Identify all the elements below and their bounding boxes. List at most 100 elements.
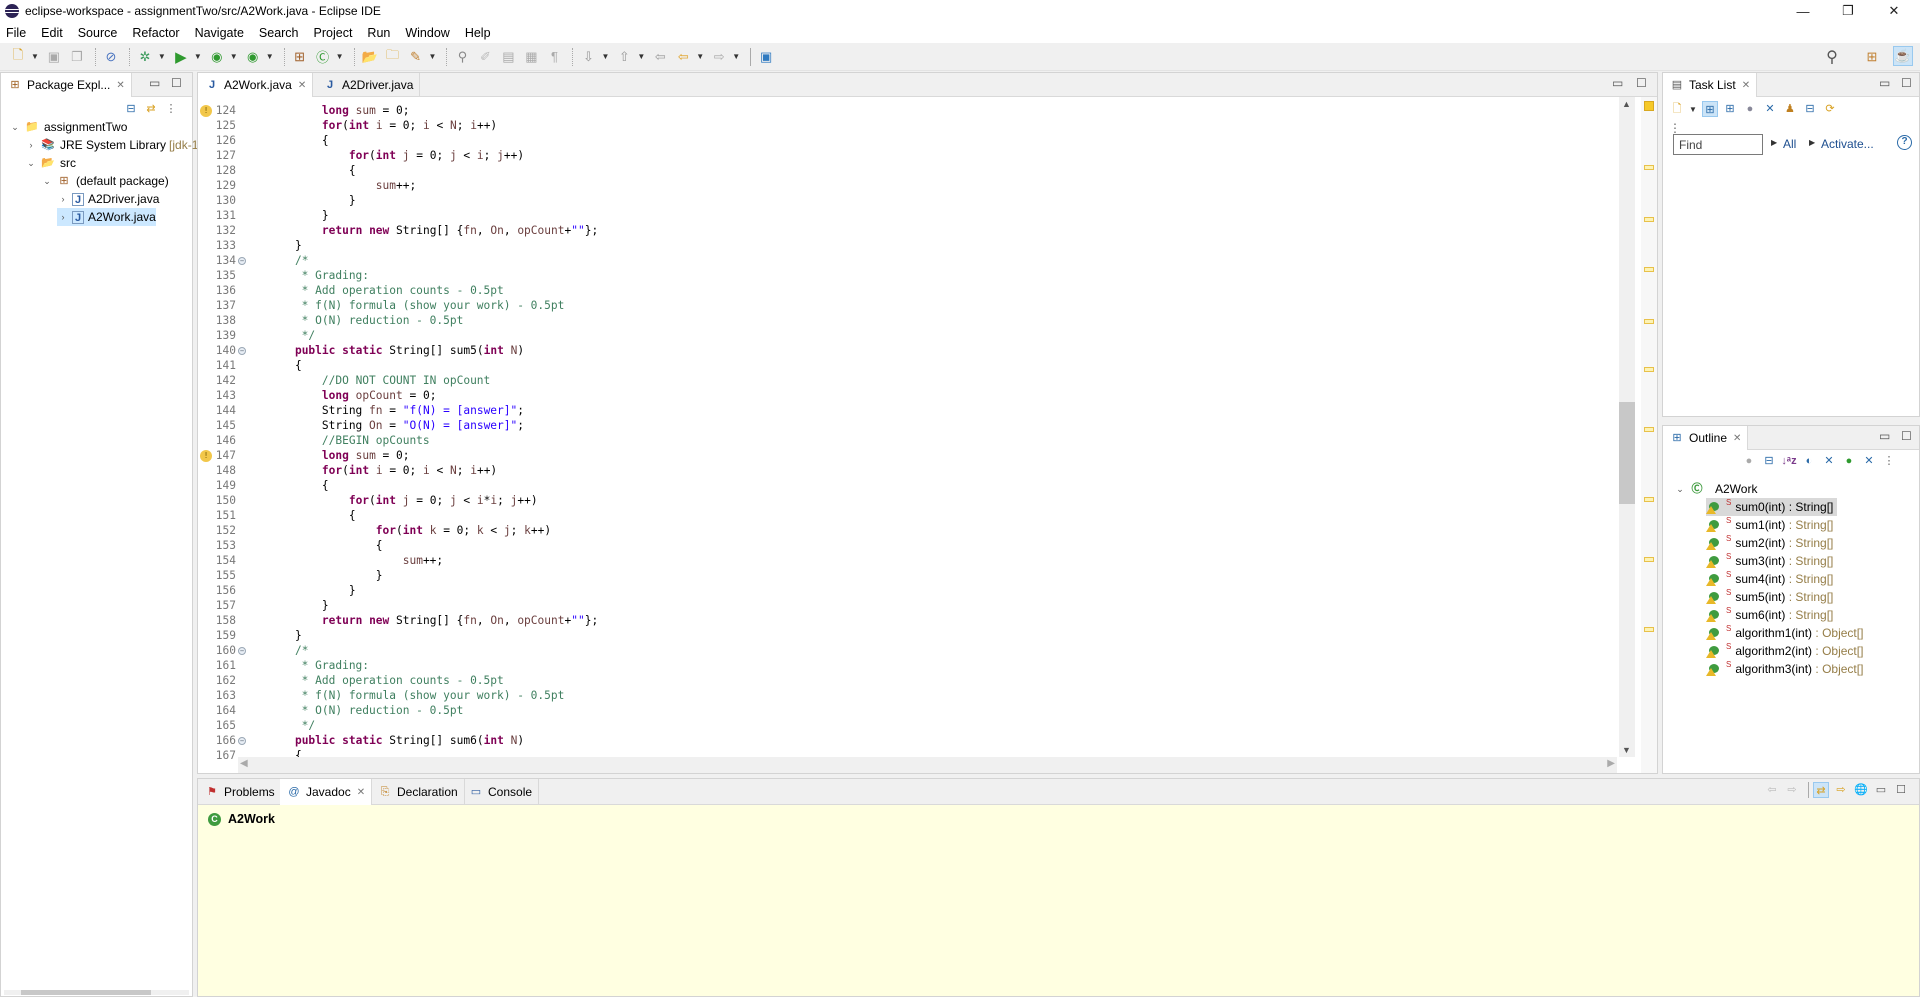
debug-icon[interactable]: ✲ <box>135 47 155 67</box>
chevron-down-icon[interactable]: ⌄ <box>1674 484 1686 495</box>
hide-completed-icon[interactable]: ✕ <box>1762 101 1778 117</box>
code-line[interactable]: 161 * Grading: <box>198 658 369 673</box>
menu-navigate[interactable]: Navigate <box>195 26 244 40</box>
code-editor[interactable]: 124! long sum = 0; 125 for(int i = 0; i <… <box>198 97 1657 773</box>
code-line[interactable]: 130 } <box>198 193 356 208</box>
code-line[interactable]: 124! long sum = 0; <box>198 103 410 118</box>
vertical-scrollbar[interactable]: ▲ ▼ <box>1619 97 1635 757</box>
code-line[interactable]: 138 * O(N) reduction - 0.5pt <box>198 313 464 328</box>
code-line[interactable]: 143 long opCount = 0; <box>198 388 437 403</box>
minimize-icon[interactable]: ▭ <box>1612 76 1623 90</box>
outline-item[interactable]: Salgorithm1(int) : Object[] <box>1706 624 1863 642</box>
menu-project[interactable]: Project <box>314 26 353 40</box>
run-icon[interactable]: ▶ <box>171 47 191 67</box>
scrollbar-thumb[interactable] <box>21 990 151 995</box>
minimize-icon[interactable]: ▭ <box>1879 429 1890 443</box>
coverage-dropdown[interactable]: ▼ <box>230 52 238 61</box>
maximize-icon[interactable]: ☐ <box>1636 76 1647 90</box>
tab-task-list[interactable]: ▤ Task List ✕ <box>1663 73 1758 97</box>
collapse-all-icon[interactable]: ⊟ <box>1802 101 1818 117</box>
outline-item[interactable]: Ssum4(int) : String[] <box>1706 570 1833 588</box>
maximize-icon[interactable]: ☐ <box>1901 429 1912 443</box>
open-perspective-icon[interactable]: ⊞ <box>1862 47 1882 67</box>
new-task-icon[interactable]: 🗋 <box>1669 101 1685 117</box>
code-line[interactable]: 156 } <box>198 583 356 598</box>
tab-problems[interactable]: ⚑ Problems <box>198 779 282 805</box>
run-dropdown[interactable]: ▼ <box>194 52 202 61</box>
outline-item[interactable]: Ssum3(int) : String[] <box>1706 552 1833 570</box>
chevron-right-icon[interactable]: › <box>25 140 37 150</box>
tree-item[interactable]: › 📚 JRE System Library [jdk-1 <box>25 136 199 154</box>
menu-source[interactable]: Source <box>78 26 118 40</box>
code-line[interactable]: 144 String fn = "f(N) = [answer]"; <box>198 403 524 418</box>
new-dropdown[interactable]: ▼ <box>31 52 39 61</box>
outline-item[interactable]: Salgorithm3(int) : Object[] <box>1706 660 1863 678</box>
overview-ruler[interactable] <box>1641 97 1657 773</box>
view-menu-icon[interactable]: ⋮ <box>1669 121 1681 135</box>
overview-warning-marker[interactable] <box>1644 427 1654 432</box>
code-line[interactable]: 131 } <box>198 208 329 223</box>
save-icon[interactable]: ▣ <box>44 47 64 67</box>
open-declaration-icon[interactable]: ⇨ <box>1833 782 1849 798</box>
tab-console[interactable]: ▭ Console <box>462 779 540 805</box>
outline-item[interactable]: Ssum5(int) : String[] <box>1706 588 1833 606</box>
tab-outline[interactable]: ⊞ Outline ✕ <box>1663 426 1749 450</box>
tab-package-explorer[interactable]: ⊞ Package Expl... ✕ <box>1 73 132 97</box>
hide-local-types-icon[interactable]: ✕ <box>1861 453 1877 469</box>
close-icon[interactable]: ✕ <box>1733 433 1741 444</box>
sort-icon[interactable]: ↓ᵃz <box>1781 453 1797 469</box>
code-line[interactable]: 126 { <box>198 133 329 148</box>
outline-item[interactable]: Ssum6(int) : String[] <box>1706 606 1833 624</box>
code-line[interactable]: 153 { <box>198 538 383 553</box>
open-perspective-editor-icon[interactable]: ▣ <box>756 47 776 67</box>
close-icon[interactable]: ✕ <box>298 80 306 91</box>
toggle-mark-occurrences-icon[interactable]: ⚲ <box>452 47 472 67</box>
code-line[interactable]: 128 { <box>198 163 356 178</box>
all-link[interactable]: All <box>1783 137 1796 151</box>
new-task-dropdown[interactable]: ▼ <box>1689 105 1697 114</box>
tree-item[interactable]: ⌄ 📂 src <box>25 154 76 172</box>
code-line[interactable]: 129 sum++; <box>198 178 416 193</box>
overview-warning-marker[interactable] <box>1644 319 1654 324</box>
view-menu-icon[interactable]: ⋮ <box>1881 453 1897 469</box>
menu-search[interactable]: Search <box>259 26 299 40</box>
code-line[interactable]: 146 //BEGIN opCounts <box>198 433 430 448</box>
open-in-browser-icon[interactable]: 🌐 <box>1853 782 1869 798</box>
new-class-icon[interactable]: Ⓒ <box>313 47 333 67</box>
previous-annotation-icon[interactable]: ⇧ <box>614 47 634 67</box>
find-input[interactable]: Find <box>1673 134 1763 155</box>
chevron-down-icon[interactable]: ⌄ <box>25 158 37 169</box>
close-icon[interactable]: ✕ <box>1742 80 1750 91</box>
scroll-down-icon[interactable]: ▼ <box>1622 745 1631 755</box>
code-line[interactable]: 148 for(int i = 0; i < N; i++) <box>198 463 497 478</box>
code-line[interactable]: 162 * Add operation counts - 0.5pt <box>198 673 504 688</box>
tree-item[interactable]: › J A2Work.java <box>57 208 156 226</box>
overview-warning-marker[interactable] <box>1644 217 1654 222</box>
back-icon[interactable]: ⇦ <box>673 47 693 67</box>
code-line[interactable]: 151 { <box>198 508 356 523</box>
java-perspective-icon[interactable]: ☕ <box>1893 46 1913 66</box>
maximize-icon[interactable]: ☐ <box>171 76 182 90</box>
link-with-editor-icon[interactable]: ⇄ <box>143 101 159 117</box>
toggle-highlight-icon[interactable]: ✐ <box>475 47 495 67</box>
new-icon[interactable]: 🗋 <box>8 47 28 67</box>
code-line[interactable]: 150 for(int j = 0; j < i*i; j++) <box>198 493 538 508</box>
code-line[interactable]: 149 { <box>198 478 329 493</box>
forward-icon[interactable]: ⇨ <box>1784 782 1800 798</box>
code-line[interactable]: 141 { <box>198 358 302 373</box>
minimize-icon[interactable]: ▭ <box>149 76 160 90</box>
search-tool-icon[interactable]: ✎ <box>406 47 426 67</box>
code-line[interactable]: 160− /* <box>198 643 309 658</box>
focus-icon[interactable]: ● <box>1742 101 1758 117</box>
code-line[interactable]: 154 sum++; <box>198 553 443 568</box>
back-icon[interactable]: ⇦ <box>1764 782 1780 798</box>
fold-collapse-icon[interactable]: − <box>238 647 246 655</box>
new-package-icon[interactable]: ⊞ <box>290 47 310 67</box>
categorized-icon[interactable]: ⊞ <box>1701 101 1718 117</box>
synchronize-icon[interactable]: ⟳ <box>1822 101 1838 117</box>
new-class-dropdown[interactable]: ▼ <box>336 52 344 61</box>
view-menu-icon[interactable]: ⋮ <box>163 101 179 117</box>
search-icon[interactable]: ⚲ <box>1822 47 1842 67</box>
code-line[interactable]: 165 */ <box>198 718 315 733</box>
minimize-icon[interactable]: ▭ <box>1873 782 1889 798</box>
